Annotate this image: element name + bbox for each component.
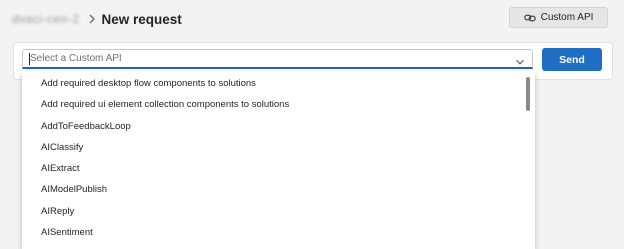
new-request-page: dvaci-cen-2 New request Custom API Selec… xyxy=(0,0,624,249)
list-item[interactable]: AIModelPublish xyxy=(41,181,107,199)
select-placeholder: Select a Custom API xyxy=(30,53,122,64)
page-header: dvaci-cen-2 New request Custom API xyxy=(0,0,624,38)
chevron-right-icon xyxy=(88,14,96,24)
list-item[interactable]: AIExtract xyxy=(41,160,80,178)
custom-api-label: Custom API xyxy=(540,12,594,23)
breadcrumb: dvaci-cen-2 New request xyxy=(12,8,182,30)
list-item[interactable]: Add required desktop flow components to … xyxy=(41,75,256,93)
text-cursor xyxy=(29,53,30,65)
dropdown-scrollbar[interactable] xyxy=(525,74,531,244)
page-title: New request xyxy=(101,11,182,27)
chevron-down-icon[interactable] xyxy=(515,54,525,65)
list-item[interactable]: AddToFeedbackLoop xyxy=(41,118,131,136)
list-item[interactable]: Add required ui element collection compo… xyxy=(41,96,289,114)
list-item[interactable]: AIReply xyxy=(41,203,74,221)
custom-api-button[interactable]: Custom API xyxy=(509,7,608,28)
custom-api-select[interactable]: Select a Custom API xyxy=(22,49,533,69)
custom-api-dropdown-list: Add required desktop flow components to … xyxy=(22,71,535,249)
send-button[interactable]: Send xyxy=(542,48,602,71)
scrollbar-thumb[interactable] xyxy=(526,77,530,111)
breadcrumb-environment[interactable]: dvaci-cen-2 xyxy=(12,12,80,26)
list-item[interactable]: AISentiment xyxy=(41,224,93,242)
link-icon xyxy=(523,12,536,24)
list-item[interactable]: AIClassify xyxy=(41,139,83,157)
